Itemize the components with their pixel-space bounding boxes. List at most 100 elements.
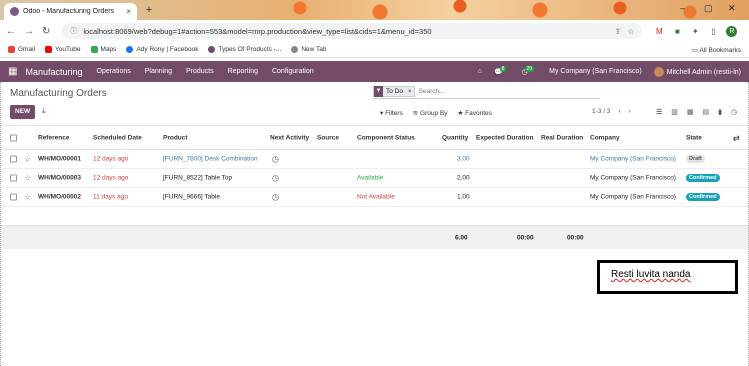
back-icon[interactable]: ←: [6, 26, 16, 37]
info-icon[interactable]: ⓘ: [70, 26, 77, 36]
download-icon[interactable]: ⤓: [42, 106, 46, 116]
cell-scheduled-date: 12 days ago: [93, 155, 129, 163]
menu-planning[interactable]: Planning: [145, 68, 172, 75]
search-input[interactable]: Search...: [419, 88, 445, 95]
bookmark-star-icon[interactable]: ☆: [627, 27, 634, 36]
totals-row: 6.00 00:00 00:00: [0, 225, 749, 249]
new-button[interactable]: NEW: [10, 105, 36, 119]
row-checkbox[interactable]: [10, 174, 17, 182]
forward-icon[interactable]: →: [24, 26, 34, 37]
annotation-text: Resti luvita nanda: [611, 269, 691, 280]
maximize-icon[interactable]: ▢: [704, 3, 713, 14]
bookmark-facebook[interactable]: Ady Rony | Facebook: [126, 46, 198, 53]
profile-avatar[interactable]: R: [726, 25, 738, 37]
bookmark-gmail[interactable]: Gmail: [8, 46, 35, 53]
remove-facet-icon[interactable]: ×: [406, 89, 414, 95]
row-checkbox[interactable]: [10, 155, 17, 163]
table-row[interactable]: ☆ WH/MO/00003 12 days ago [FURN_8522] Ta…: [0, 169, 749, 188]
activity-clock-icon[interactable]: ◷: [272, 174, 279, 183]
view-switcher: ☰ ▥ ▦ ▤ ▮ ◷: [656, 108, 737, 116]
menu-products[interactable]: Products: [186, 68, 214, 75]
apps-menu-icon[interactable]: ▦: [8, 66, 17, 77]
url-field[interactable]: ⓘ localhost:8069/web?debug=1#action=553&…: [62, 23, 643, 39]
column-state[interactable]: State: [686, 134, 702, 141]
column-product[interactable]: Product: [163, 134, 188, 141]
cell-product[interactable]: [FURN_7800] Desk Combination: [163, 156, 258, 163]
column-component-status[interactable]: Component Status: [357, 134, 415, 141]
messages-button[interactable]: 💬8: [494, 65, 510, 76]
search-bar: ▼ To Do × Search...: [373, 85, 600, 99]
column-reference[interactable]: Reference: [38, 134, 69, 141]
activities-button[interactable]: ◷20: [521, 65, 537, 76]
bookmark-types-of-products[interactable]: Types Of Products -...: [208, 46, 281, 53]
priority-star-icon[interactable]: ☆: [24, 155, 31, 164]
chrome-menu-icon[interactable]: ⋮: [745, 27, 749, 36]
list-view-icon[interactable]: ☰: [656, 108, 662, 116]
home-icon[interactable]: ⌂: [478, 68, 482, 75]
cell-company: My Company (San Francisco): [590, 155, 676, 163]
menu-reporting[interactable]: Reporting: [228, 68, 258, 75]
kanban-view-icon[interactable]: ▥: [671, 108, 678, 116]
column-source[interactable]: Source: [317, 134, 339, 141]
youtube-icon: [44, 46, 52, 53]
pivot-view-icon[interactable]: ▤: [703, 108, 710, 116]
user-name: Mitchell Admin (restii-ln): [666, 68, 741, 76]
filters-button[interactable]: ▾ Filters: [380, 109, 403, 117]
all-bookmarks[interactable]: ▭ All Bookmarks: [692, 46, 741, 54]
bookmark-youtube[interactable]: YouTube: [44, 46, 81, 53]
extensions-puzzle-icon[interactable]: ✦: [690, 27, 700, 36]
table-row[interactable]: ☆ WH/MO/00001 12 days ago [FURN_7800] De…: [0, 150, 749, 169]
pager-previous-icon[interactable]: ‹: [618, 108, 620, 115]
column-next-activity[interactable]: Next Activity: [270, 134, 309, 141]
layers-icon: ≋: [412, 110, 421, 117]
close-tab-icon[interactable]: ×: [126, 7, 131, 16]
breadcrumb: Manufacturing Orders: [10, 88, 107, 99]
table-row[interactable]: ☆ WH/MO/00002 11 days ago [FURN_9666] Ta…: [0, 188, 749, 207]
bookmark-label: New Tab: [301, 46, 327, 53]
share-icon[interactable]: ⇪: [615, 27, 622, 36]
priority-star-icon[interactable]: ☆: [24, 174, 31, 183]
cell-reference: WH/MO/00003: [38, 174, 81, 182]
sidepanel-icon[interactable]: ▯: [708, 27, 718, 36]
activity-clock-icon[interactable]: ◷: [272, 155, 279, 164]
group-by-button[interactable]: ≋ Group By: [413, 109, 448, 117]
column-scheduled-date[interactable]: Scheduled Date: [93, 134, 142, 141]
browser-tab[interactable]: Odoo - Manufacturing Orders ×: [4, 3, 137, 20]
optional-columns-icon[interactable]: ⇄: [733, 133, 740, 142]
column-expected-duration[interactable]: Expected Duration: [476, 134, 533, 141]
cell-component-status: Available: [357, 174, 384, 182]
user-menu[interactable]: Mitchell Admin (restii-ln): [653, 66, 741, 77]
graph-view-icon[interactable]: ▮: [718, 108, 722, 116]
row-checkbox[interactable]: [10, 193, 17, 201]
activity-view-icon[interactable]: ◷: [731, 108, 737, 116]
column-quantity[interactable]: Quantity: [442, 134, 468, 141]
company-switcher[interactable]: My Company (San Francisco): [549, 68, 642, 75]
extensions-bar: M ■ ✦ ▯ R ⋮: [654, 25, 749, 37]
total-real-duration: 00:00: [567, 234, 584, 241]
menu-operations[interactable]: Operations: [97, 68, 131, 75]
column-company[interactable]: Company: [590, 134, 620, 141]
minimize-icon[interactable]: –: [680, 3, 685, 13]
pager-next-icon[interactable]: ›: [629, 108, 631, 115]
cell-product[interactable]: [FURN_8522] Table Top: [163, 175, 232, 182]
bookmark-new-tab[interactable]: New Tab: [291, 46, 327, 53]
app-name[interactable]: Manufacturing: [25, 67, 82, 77]
status-badge: Confirmed: [686, 174, 720, 182]
priority-star-icon[interactable]: ☆: [24, 193, 31, 202]
favorites-button[interactable]: ★ Favorites: [458, 109, 492, 117]
reload-icon[interactable]: ↻: [42, 26, 50, 37]
bookmark-maps[interactable]: Maps: [90, 46, 116, 53]
cell-product[interactable]: [FURN_9666] Table: [163, 194, 220, 201]
calendar-view-icon[interactable]: ▦: [687, 108, 694, 116]
column-real-duration[interactable]: Real Duration: [541, 134, 583, 141]
menu-configuration[interactable]: Configuration: [272, 68, 314, 75]
select-all-checkbox[interactable]: [10, 134, 17, 141]
search-facet[interactable]: ▼ To Do ×: [373, 86, 415, 97]
new-tab-button[interactable]: +: [143, 4, 155, 16]
pager-value[interactable]: 1-3 / 3: [592, 108, 610, 115]
activity-clock-icon[interactable]: ◷: [272, 193, 279, 202]
extension-m-icon[interactable]: M: [654, 27, 664, 36]
close-window-icon[interactable]: ✕: [728, 3, 736, 14]
browser-tabstrip: Odoo - Manufacturing Orders × + – ▢ ✕: [0, 0, 749, 20]
extension-grammar-icon[interactable]: ■: [672, 27, 682, 36]
